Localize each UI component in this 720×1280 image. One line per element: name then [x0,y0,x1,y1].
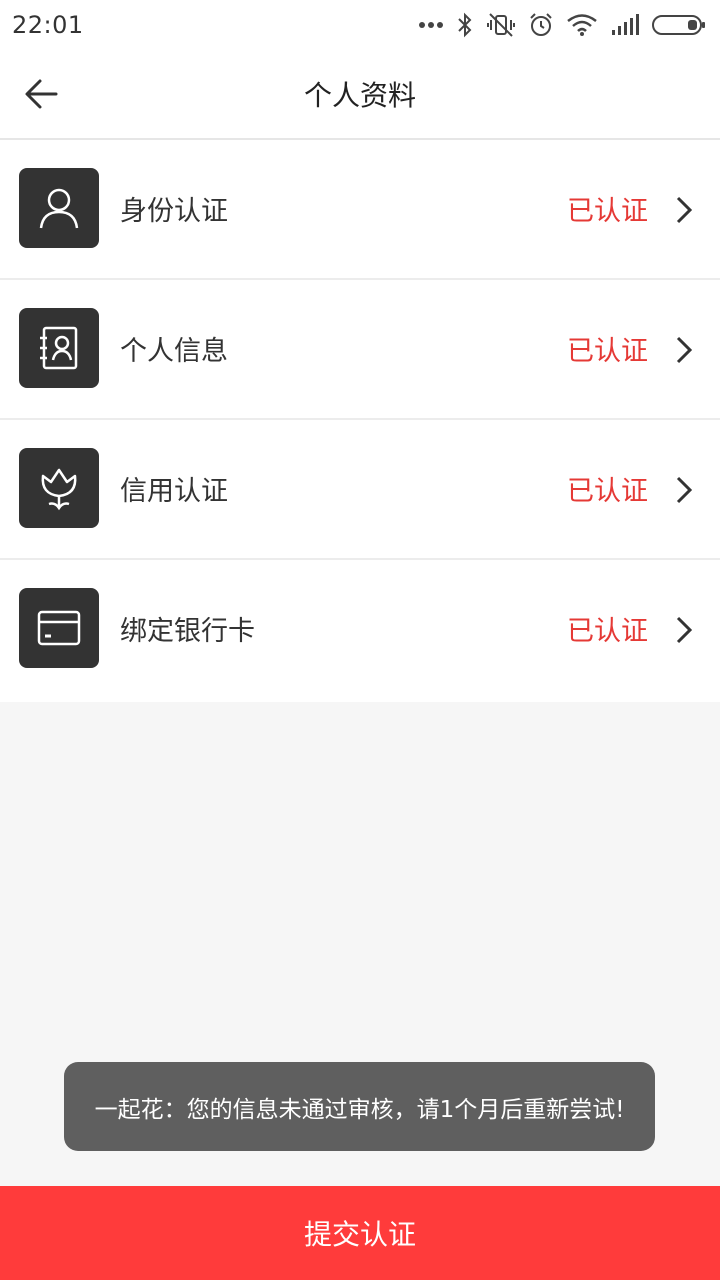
chevron-right-icon [676,616,693,644]
status-badge: 已认证 [567,476,648,507]
wifi-icon [567,14,597,36]
list-item-label: 身份认证 [120,196,228,227]
profile-list: 身份认证 已认证 个人信息 已认证 信用认证 已认证 绑定银行卡 已认证 [0,140,720,702]
list-item-bank-card[interactable]: 绑定银行卡 已认证 [0,560,720,702]
submit-button[interactable]: 提交认证 [0,1186,720,1280]
status-badge: 已认证 [567,196,648,227]
alarm-icon [530,13,552,36]
status-badge: 已认证 [567,616,648,647]
vibrate-off-icon [487,13,515,37]
app-bar: 个人资料 [0,50,720,140]
person-icon [39,188,79,229]
list-item-identity[interactable]: 身份认证 已认证 [0,140,720,280]
list-item-label: 个人信息 [120,336,228,367]
list-item-credit[interactable]: 信用认证 已认证 [0,420,720,560]
list-item-label: 绑定银行卡 [120,616,255,647]
bank-card-icon [37,610,81,646]
status-badge: 已认证 [567,336,648,367]
signal-icon [612,14,639,35]
page-title: 个人资料 [303,79,416,112]
list-item-label: 信用认证 [120,476,228,507]
icon-container [19,168,99,248]
status-time: 22:01 [12,11,84,39]
status-icons [418,12,706,38]
chevron-right-icon [676,476,693,504]
chevron-right-icon [676,196,693,224]
icon-container [19,448,99,528]
tulip-icon [41,468,77,511]
toast-message: 一起花：您的信息未通过审核，请1个月后重新尝试! [64,1062,655,1151]
icon-container [19,588,99,668]
battery-icon [652,15,705,35]
contact-card-icon [40,326,78,370]
bluetooth-icon [458,12,472,38]
more-dots-icon [419,22,443,28]
icon-container [19,308,99,388]
list-item-personal-info[interactable]: 个人信息 已认证 [0,280,720,420]
chevron-right-icon [676,336,693,364]
status-bar: 22:01 [0,0,720,50]
